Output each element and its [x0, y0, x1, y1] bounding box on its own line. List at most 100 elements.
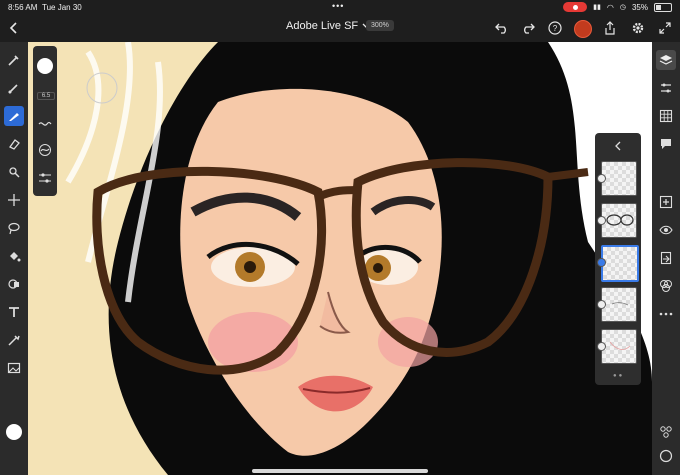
status-bar: 8:56 AM Tue Jan 30 ••• ▮▮ ◠ ◷ 35%: [0, 0, 680, 14]
transform-tool[interactable]: [4, 190, 24, 210]
fill-tool[interactable]: [4, 246, 24, 266]
brush-pressure-button[interactable]: [37, 142, 53, 158]
image-icon: [7, 362, 21, 374]
blend-icon: [660, 280, 672, 292]
add-layer-button[interactable]: [656, 192, 676, 212]
text-tool[interactable]: [4, 302, 24, 322]
layer-thumbnail[interactable]: [601, 287, 637, 322]
settings-button[interactable]: [630, 20, 646, 36]
color-swatch[interactable]: [6, 424, 22, 440]
move-icon: [8, 194, 20, 206]
sketch-thumbnail: [611, 302, 629, 306]
signal-icon: ▮▮: [593, 4, 601, 11]
chevron-left-icon: [615, 141, 621, 151]
shape-tool[interactable]: [4, 274, 24, 294]
redo-icon: [524, 23, 535, 34]
adjustments-icon: [661, 83, 671, 93]
status-right: ▮▮ ◠ ◷ 35%: [563, 2, 672, 12]
svg-text:?: ?: [553, 24, 558, 33]
wifi-icon: ◠: [606, 2, 614, 12]
right-toolbar: [652, 42, 680, 475]
brush-size-preview[interactable]: [37, 58, 53, 74]
import-icon: [660, 251, 672, 265]
vector-brush-icon: [9, 113, 19, 121]
grid-button[interactable]: [656, 106, 676, 126]
collapse-layers-button[interactable]: [610, 139, 626, 153]
layers-panel: ●●: [595, 133, 641, 385]
brush-settings-button[interactable]: [37, 170, 53, 186]
screen-record-indicator[interactable]: [563, 2, 588, 12]
layers-icon: [659, 55, 673, 65]
home-indicator[interactable]: [252, 469, 428, 473]
back-button[interactable]: [6, 20, 22, 36]
layers-page-indicator: ●●: [613, 373, 625, 379]
eyedropper-icon: [8, 335, 20, 346]
live-brush-tool[interactable]: [4, 78, 24, 98]
smudge-tool[interactable]: [4, 162, 24, 182]
status-date: Tue Jan 30: [42, 3, 82, 12]
undo-button[interactable]: [494, 20, 510, 36]
pressure-icon: [39, 144, 51, 156]
brush-settings-panel: 6.5: [33, 46, 57, 196]
user-avatar[interactable]: [574, 20, 592, 38]
circle-icon: [659, 449, 673, 463]
touch-shortcut-button[interactable]: [656, 422, 676, 442]
comments-button[interactable]: [656, 134, 676, 154]
document-title: Adobe Live SF: [286, 20, 359, 32]
eraser-tool[interactable]: [4, 134, 24, 154]
eraser-icon: [9, 139, 20, 150]
grid-icon: [659, 109, 673, 123]
share-button[interactable]: [602, 20, 618, 36]
text-icon: [9, 307, 19, 317]
eyedropper-tool[interactable]: [4, 330, 24, 350]
layer-visibility-dot[interactable]: [597, 258, 606, 267]
paint-brush-icon: [8, 84, 18, 94]
layer-visibility-dot[interactable]: [597, 174, 606, 183]
zoom-level[interactable]: 300%: [366, 20, 394, 31]
battery-percent: 35%: [631, 2, 648, 12]
layer-visibility-button[interactable]: [656, 220, 676, 240]
layer-thumbnail[interactable]: [601, 329, 637, 364]
alarm-icon: ◷: [619, 4, 626, 11]
paint-bucket-icon: [10, 252, 21, 262]
battery-icon: [654, 2, 672, 12]
fullscreen-button[interactable]: [657, 20, 673, 36]
layers-button[interactable]: [656, 50, 676, 70]
lasso-icon: [8, 222, 20, 235]
brush-size-value[interactable]: 6.5: [37, 92, 55, 100]
layer-visibility-dot[interactable]: [597, 300, 606, 309]
gear-icon: [632, 22, 644, 34]
layer-properties-button[interactable]: [656, 78, 676, 98]
comment-icon: [661, 139, 671, 149]
lasso-tool[interactable]: [4, 218, 24, 238]
layer-visibility-dot[interactable]: [597, 342, 606, 351]
redo-button[interactable]: [520, 20, 536, 36]
touch-circle-button[interactable]: [656, 446, 676, 466]
pixel-brush-tool[interactable]: [4, 50, 24, 70]
document-title-menu[interactable]: Adobe Live SF: [286, 20, 370, 32]
sketch-thumbnail: [609, 341, 631, 350]
brush-icon: [8, 55, 19, 66]
sliders-icon: [39, 173, 51, 183]
vector-brush-tool[interactable]: [4, 106, 24, 126]
blend-modes-button[interactable]: [656, 276, 676, 296]
import-button[interactable]: [656, 248, 676, 268]
add-layer-icon: [659, 195, 673, 209]
layer-visibility-dot[interactable]: [597, 216, 606, 225]
multitasking-dots[interactable]: •••: [332, 1, 344, 11]
more-options-button[interactable]: [656, 304, 676, 324]
status-time: 8:56 AM: [8, 3, 38, 12]
layer-thumbnail[interactable]: [601, 161, 637, 196]
drawing-canvas[interactable]: [28, 42, 652, 475]
ellipsis-icon: [659, 312, 673, 316]
help-button[interactable]: ?: [547, 20, 563, 36]
left-toolbar: [0, 42, 28, 475]
eye-icon: [659, 225, 673, 235]
layer-thumbnail-selected[interactable]: [601, 245, 639, 282]
image-tool[interactable]: [4, 358, 24, 378]
touch-modifier-icon: [660, 426, 672, 438]
help-icon: ?: [548, 21, 562, 35]
artwork: [28, 42, 652, 475]
layer-thumbnail[interactable]: [601, 203, 637, 238]
brush-smoothing-button[interactable]: [37, 116, 53, 132]
